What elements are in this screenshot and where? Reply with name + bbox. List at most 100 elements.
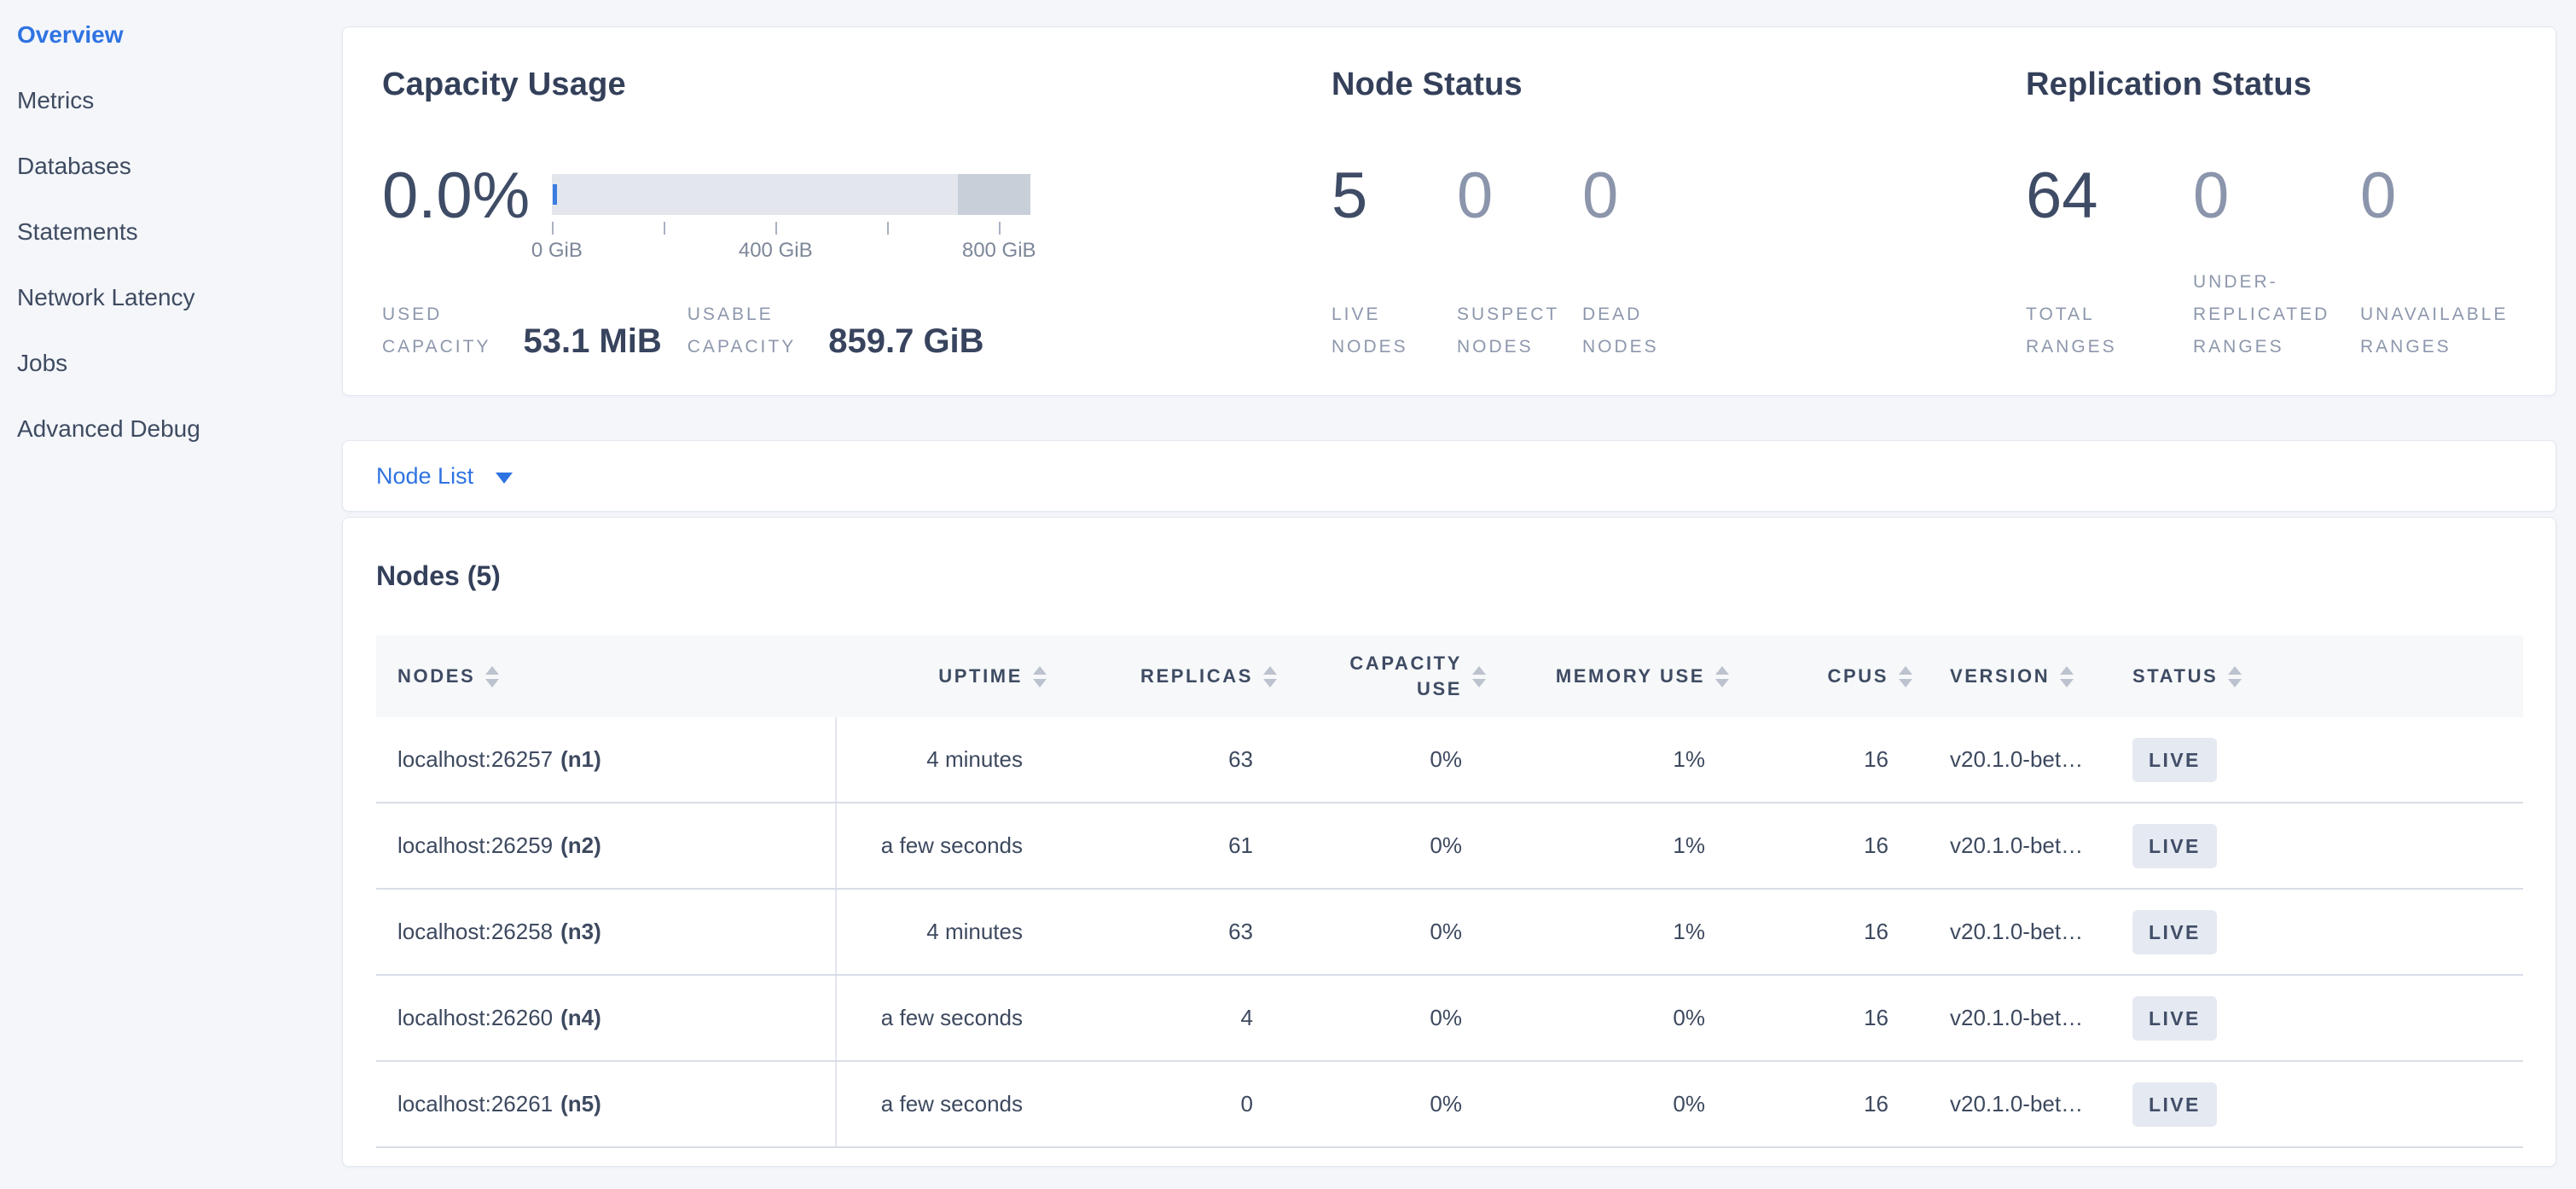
axis-tick (887, 222, 889, 235)
capacity-use-cell: 0% (1280, 832, 1489, 859)
column-header-capacity-use[interactable]: CAPACITY USE (1280, 651, 1489, 702)
sort-icon[interactable] (2060, 666, 2074, 687)
cpus-cell: 16 (1732, 1005, 1916, 1031)
uptime-cell: a few seconds (837, 1005, 1050, 1031)
status-badge: LIVE (2132, 824, 2217, 868)
node-address-cell[interactable]: localhost:26259 (n2) (376, 803, 837, 888)
axis-label: 800 GiB (962, 239, 1036, 263)
suspect-nodes-label: SUSPECT NODES (1457, 299, 1582, 363)
sort-icon[interactable] (2228, 666, 2242, 687)
replicas-cell: 63 (1050, 746, 1280, 773)
cluster-overview-page: Overview Metrics Databases Statements Ne… (0, 0, 2576, 1189)
status-badge: LIVE (2132, 1082, 2217, 1127)
axis-tick (664, 222, 665, 235)
capacity-usage-section: Capacity Usage 0.0% (382, 68, 1047, 363)
sidebar-item-metrics[interactable]: Metrics (17, 67, 342, 133)
table-row[interactable]: localhost:26259 (n2) a few seconds 61 0%… (376, 803, 2523, 890)
dead-nodes-count: 0 (1582, 164, 1708, 266)
under-replicated-ranges-label: UNDER- REPLICATED RANGES (2193, 266, 2360, 363)
status-cell: LIVE (2121, 910, 2523, 954)
node-address-cell[interactable]: localhost:26258 (n3) (376, 890, 837, 974)
sidebar-item-network-latency[interactable]: Network Latency (17, 264, 342, 330)
sidebar-item-overview[interactable]: Overview (17, 2, 342, 67)
live-nodes-count: 5 (1332, 164, 1457, 266)
live-nodes-label: LIVE NODES (1332, 299, 1457, 363)
version-cell: v20.1.0-bet… (1916, 1091, 2121, 1117)
memory-use-cell: 1% (1489, 746, 1732, 773)
used-capacity-value: 53.1 MiB (523, 322, 661, 360)
usable-capacity-value: 859.7 GiB (828, 322, 983, 360)
main-content: Capacity Usage 0.0% (342, 0, 2556, 1167)
node-address-cell[interactable]: localhost:26261 (n5) (376, 1062, 837, 1146)
sort-icon[interactable] (1715, 666, 1729, 687)
sort-icon[interactable] (1033, 666, 1047, 687)
replicas-cell: 4 (1050, 1005, 1280, 1031)
sidebar: Overview Metrics Databases Statements Ne… (0, 0, 342, 1189)
status-cell: LIVE (2121, 738, 2523, 782)
capacity-bar-chart: 0 GiB 400 GiB 800 GiB (552, 174, 1030, 266)
replicas-cell: 61 (1050, 832, 1280, 859)
usable-capacity-label: USABLE CAPACITY (688, 299, 796, 363)
replicas-cell: 63 (1050, 919, 1280, 945)
sidebar-item-databases[interactable]: Databases (17, 133, 342, 199)
capacity-use-cell: 0% (1280, 1005, 1489, 1031)
capacity-use-cell: 0% (1280, 1091, 1489, 1117)
table-row[interactable]: localhost:26260 (n4) a few seconds 4 0% … (376, 976, 2523, 1062)
axis-tick (999, 222, 1001, 235)
capacity-axis-labels: 0 GiB 400 GiB 800 GiB (552, 239, 1030, 264)
status-badge: LIVE (2132, 996, 2217, 1041)
table-row[interactable]: localhost:26258 (n3) 4 minutes 63 0% 1% … (376, 890, 2523, 976)
usable-capacity-stat: USABLE CAPACITY 859.7 GiB (688, 299, 984, 363)
unavailable-ranges-label: UNAVAILABLE RANGES (2360, 299, 2527, 363)
capacity-usage-title: Capacity Usage (382, 68, 1047, 101)
capacity-axis-ticks (552, 222, 1030, 235)
used-capacity-stat: USED CAPACITY 53.1 MiB (382, 299, 662, 363)
used-capacity-label: USED CAPACITY (382, 299, 490, 363)
column-header-uptime[interactable]: UPTIME (837, 665, 1050, 687)
suspect-nodes-count: 0 (1457, 164, 1582, 266)
column-header-cpus[interactable]: CPUS (1732, 665, 1916, 687)
sort-icon[interactable] (1263, 666, 1277, 687)
sort-icon[interactable] (485, 666, 499, 687)
sort-icon[interactable] (1472, 666, 1486, 687)
axis-tick (775, 222, 777, 235)
uptime-cell: a few seconds (837, 1091, 1050, 1117)
replication-status-section: Replication Status 64 0 0 TOTAL RANGES U… (2026, 68, 2538, 363)
nodes-table-card: Nodes (5) NODES UPTIME REPLICAS (342, 517, 2556, 1167)
view-selector-card: Node List (342, 440, 2556, 512)
column-header-memory-use[interactable]: MEMORY USE (1489, 665, 1732, 687)
version-cell: v20.1.0-bet… (1916, 832, 2121, 859)
sidebar-item-jobs[interactable]: Jobs (17, 330, 342, 396)
uptime-cell: 4 minutes (837, 746, 1050, 773)
table-row[interactable]: localhost:26261 (n5) a few seconds 0 0% … (376, 1062, 2523, 1148)
node-status-section: Node Status 5 0 0 LIVE NODES SUSPECT NOD… (1332, 68, 1809, 363)
memory-use-cell: 0% (1489, 1005, 1732, 1031)
node-status-title: Node Status (1332, 68, 1809, 101)
cluster-summary-card: Capacity Usage 0.0% (342, 26, 2556, 396)
nodes-panel-title: Nodes (5) (376, 555, 2556, 596)
uptime-cell: a few seconds (837, 832, 1050, 859)
table-row[interactable]: localhost:26257 (n1) 4 minutes 63 0% 1% … (376, 717, 2523, 803)
status-cell: LIVE (2121, 996, 2523, 1041)
status-cell: LIVE (2121, 1082, 2523, 1127)
column-header-status[interactable]: STATUS (2121, 665, 2523, 687)
axis-tick (552, 222, 554, 235)
column-header-replicas[interactable]: REPLICAS (1050, 665, 1280, 687)
node-list-dropdown[interactable]: Node List (376, 463, 513, 490)
column-header-version[interactable]: VERSION (1916, 665, 2121, 687)
node-address-cell[interactable]: localhost:26260 (n4) (376, 976, 837, 1060)
node-address-cell[interactable]: localhost:26257 (n1) (376, 717, 837, 802)
table-header-row: NODES UPTIME REPLICAS CAPACITY USE (376, 635, 2523, 717)
capacity-bar-used-marker (553, 184, 557, 205)
node-list-dropdown-label: Node List (376, 463, 473, 490)
sidebar-item-statements[interactable]: Statements (17, 199, 342, 264)
version-cell: v20.1.0-bet… (1916, 919, 2121, 945)
sort-icon[interactable] (1899, 666, 1912, 687)
total-ranges-label: TOTAL RANGES (2026, 299, 2193, 363)
nodes-table: NODES UPTIME REPLICAS CAPACITY USE (376, 635, 2523, 1148)
axis-label: 0 GiB (531, 239, 583, 263)
sidebar-item-advanced-debug[interactable]: Advanced Debug (17, 396, 342, 461)
chevron-down-icon (496, 473, 513, 484)
memory-use-cell: 0% (1489, 1091, 1732, 1117)
column-header-nodes[interactable]: NODES (376, 665, 837, 687)
